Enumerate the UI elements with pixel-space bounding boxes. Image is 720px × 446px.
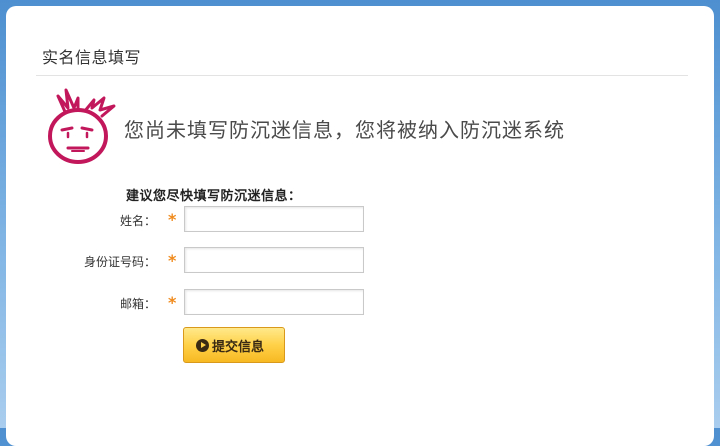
- submit-button[interactable]: 提交信息: [183, 327, 285, 363]
- notice-headline: 您尚未填写防沉迷信息，您将被纳入防沉迷系统: [124, 118, 565, 142]
- form-row-email: 邮箱： *: [0, 289, 400, 317]
- page-title: 实名信息填写: [42, 48, 142, 67]
- form-row-name: 姓名： *: [0, 206, 400, 234]
- required-star: *: [168, 210, 177, 229]
- play-circle-icon: [196, 338, 209, 352]
- email-label: 邮箱：: [119, 297, 156, 311]
- id-number-input[interactable]: [184, 247, 364, 273]
- worried-face-icon: [48, 88, 116, 164]
- required-star: *: [168, 251, 177, 270]
- name-label: 姓名：: [119, 214, 156, 228]
- id-number-label: 身份证号码：: [83, 255, 156, 269]
- form-row-id-number: 身份证号码： *: [0, 247, 400, 275]
- email-input[interactable]: [184, 289, 364, 315]
- advise-text: 建议您尽快填写防沉迷信息：: [126, 189, 302, 204]
- required-star: *: [168, 293, 177, 312]
- submit-button-label: 提交信息: [212, 339, 265, 355]
- title-divider: [36, 75, 688, 76]
- name-input[interactable]: [184, 206, 364, 232]
